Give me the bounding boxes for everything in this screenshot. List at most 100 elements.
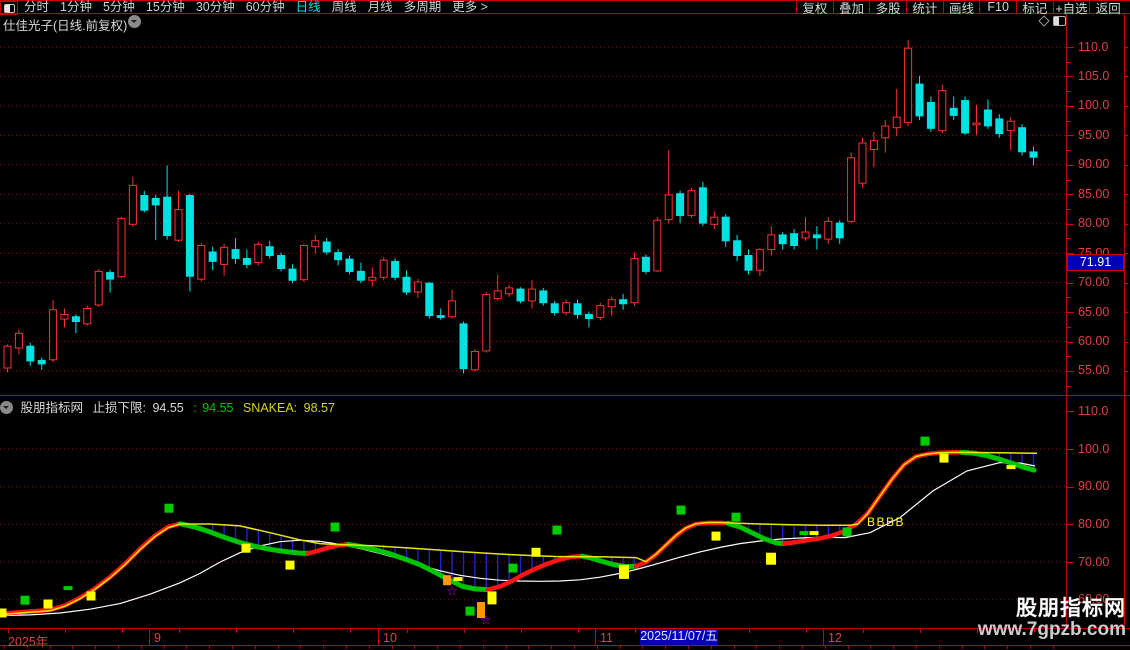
edge-tick	[1125, 105, 1128, 107]
edge-tick	[1125, 223, 1128, 225]
week-tick	[121, 629, 123, 633]
symbol-row: 仕佳光子(日线.前复权)	[0, 14, 1130, 33]
week-tick	[862, 629, 864, 633]
window-layout-button[interactable]	[0, 1, 18, 15]
time-axis[interactable]: 2025年 9 10 11 12 2025/11/07/五	[0, 628, 1130, 649]
axis-minor-tick	[1067, 238, 1071, 240]
edge-tick	[1125, 194, 1128, 196]
bottom-tick	[414, 646, 416, 649]
indicator-header: 股朋指标网 止损下限: 94.55 : 94.55 SNAKEA: 98.57	[0, 397, 700, 415]
snakea-value: 98.57	[303, 401, 335, 415]
axis-tick	[1067, 562, 1074, 564]
month-separator	[149, 629, 150, 645]
bottom-tick	[163, 646, 165, 649]
month-separator	[823, 629, 824, 645]
split-pane-icon[interactable]	[1053, 16, 1066, 26]
edge-tick	[1125, 47, 1128, 48]
axis-minor-tick	[1067, 385, 1071, 387]
bottom-tick	[710, 646, 712, 649]
diamond-icon[interactable]	[1038, 15, 1050, 27]
week-tick	[349, 629, 351, 633]
indicator-source: 股朋指标网	[20, 401, 83, 415]
bottom-tick	[847, 646, 849, 649]
bottom-tick	[437, 646, 439, 649]
bottom-tick	[893, 646, 895, 649]
chevron-down-icon[interactable]	[0, 401, 13, 414]
axis-minor-tick	[1067, 91, 1071, 93]
bottom-tick	[551, 646, 553, 649]
period-tab-10[interactable]: 多周期	[404, 1, 442, 14]
toolbar-button-标记[interactable]: 标记	[1016, 1, 1053, 16]
toolbar-button-多股[interactable]: 多股	[869, 1, 906, 16]
week-tick	[235, 629, 237, 633]
week-tick	[178, 629, 180, 633]
bottom-tick	[938, 646, 940, 649]
indicator-axis-label: 110.0	[1078, 403, 1109, 418]
week-tick	[748, 629, 750, 633]
right-edge-strip[interactable]	[1124, 14, 1130, 628]
period-tab-2[interactable]: 1分钟	[60, 1, 92, 14]
month-label: 10	[383, 631, 397, 645]
svg-text:☆: ☆	[446, 585, 458, 600]
axis-tick	[1067, 449, 1074, 450]
app-window: 分时 1分钟 5分钟 15分钟 30分钟 60分钟 日线 周线 月线 多周期 更多 > 复权 叠加 多股…	[0, 0, 1130, 650]
period-tab-8[interactable]: 周线	[332, 1, 357, 14]
period-tab-6[interactable]: 60分钟	[246, 1, 285, 14]
price-axis-label: 55.00	[1078, 363, 1110, 378]
toolbar-button-统计[interactable]: 统计	[906, 1, 943, 16]
indicator-axis-label: 90.00	[1078, 479, 1110, 494]
period-tab-11[interactable]: 更多 >	[452, 1, 488, 14]
toolbar-button-返回[interactable]: 返回	[1089, 1, 1126, 16]
candlestick-chart[interactable]	[0, 28, 1066, 395]
period-tab-4[interactable]: 15分钟	[146, 1, 185, 14]
price-axis-label: 105.0	[1078, 68, 1110, 83]
period-tab-7[interactable]: 日线	[296, 1, 321, 14]
bottom-tick	[72, 646, 74, 649]
price-axis-label: 100.0	[1078, 98, 1110, 113]
edge-tick	[1125, 76, 1128, 78]
snake-indicator-chart[interactable]: ☆ ☆ BBBB	[0, 415, 1066, 628]
week-tick	[919, 629, 921, 633]
bottom-tick	[277, 646, 279, 649]
toolbar-button-+自选[interactable]: +自选	[1052, 1, 1090, 16]
week-tick	[520, 629, 522, 633]
bottom-tick	[1030, 646, 1031, 649]
toolbar-button-画线[interactable]: 画线	[942, 1, 980, 16]
axis-tick	[1067, 486, 1074, 488]
month-label: 9	[154, 631, 161, 645]
axis-minor-tick	[1067, 297, 1071, 299]
toolbar-button-叠加[interactable]: 叠加	[832, 1, 870, 16]
week-tick	[406, 629, 408, 633]
bottom-tick	[95, 646, 97, 649]
chevron-down-icon[interactable]	[128, 15, 141, 28]
period-tab-1[interactable]: 分时	[24, 1, 49, 14]
bottom-tick	[756, 646, 758, 649]
period-tab-3[interactable]: 5分钟	[103, 1, 135, 14]
month-label: 11	[600, 631, 613, 645]
bottom-tick	[688, 646, 689, 649]
axis-tick	[1067, 47, 1074, 48]
stop-limit-value: 94.55	[152, 401, 184, 415]
price-axis-label: 65.00	[1078, 304, 1110, 319]
bottom-tick	[49, 646, 51, 649]
snakea-label: SNAKEA:	[242, 401, 298, 415]
bottom-tick	[642, 646, 644, 649]
month-separator	[378, 629, 379, 645]
bottom-tick	[460, 646, 461, 649]
toolbar-button-复权[interactable]: 复权	[796, 1, 833, 16]
watermark-url: www.7gpzb.com	[977, 619, 1126, 641]
axis-tick	[1067, 194, 1074, 196]
bottom-tick	[574, 646, 575, 649]
axis-tick	[1067, 411, 1074, 413]
axis-tick	[1067, 524, 1074, 526]
period-tab-9[interactable]: 月线	[368, 1, 393, 14]
axis-minor-tick	[1067, 208, 1071, 210]
month-separator	[595, 629, 596, 645]
bottom-tick	[391, 646, 393, 649]
indicator-axis-label: 70.00	[1078, 554, 1110, 569]
indicator-axis-label: 80.00	[1078, 516, 1110, 531]
price-axis-label: 95.00	[1078, 127, 1110, 142]
bottom-tick	[961, 646, 963, 649]
period-tab-5[interactable]: 30分钟	[196, 1, 235, 14]
toolbar-button-F10[interactable]: F10	[979, 0, 1016, 14]
